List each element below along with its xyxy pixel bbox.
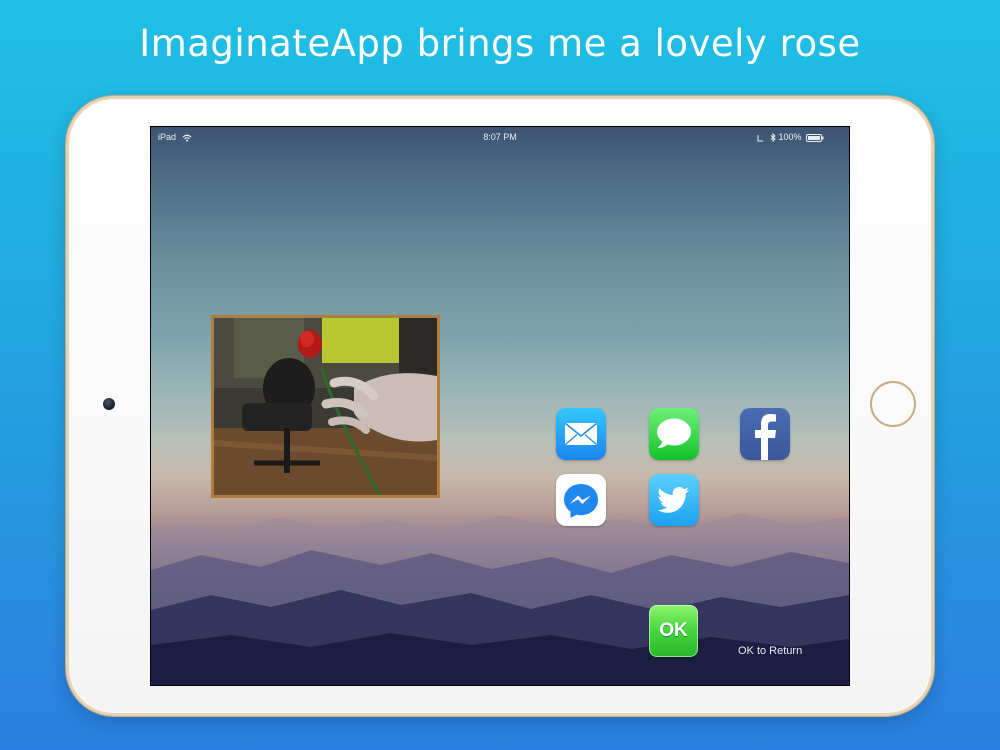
ipad-screen: iPad 8:07 PM 100% OK OK to Return: [150, 126, 850, 686]
rose-photo-frame: [211, 315, 440, 498]
battery-percent: 100%: [778, 132, 802, 142]
messenger-icon: [564, 484, 598, 518]
bluetooth-icon: [770, 133, 776, 143]
status-time: 8:07 PM: [483, 132, 517, 142]
facebook-icon: [755, 414, 776, 460]
mail-icon: [565, 422, 597, 445]
location-icon: [757, 134, 764, 142]
ok-to-return-hint: OK to Return: [738, 645, 803, 657]
messages-share-button[interactable]: [649, 408, 699, 460]
facebook-share-button[interactable]: [740, 408, 790, 460]
twitter-share-button[interactable]: [649, 474, 699, 526]
status-bar: iPad 8:07 PM 100%: [151, 127, 849, 147]
promo-headline: ImaginateApp brings me a lovely rose: [139, 22, 861, 65]
rose-photo: [214, 318, 437, 495]
front-camera: [103, 398, 115, 410]
ok-button[interactable]: OK: [649, 605, 698, 657]
status-right: 100%: [757, 132, 824, 143]
home-button[interactable]: [870, 381, 916, 427]
twitter-icon: [657, 487, 689, 513]
battery-icon: [806, 133, 824, 142]
messenger-share-button[interactable]: [556, 474, 606, 526]
messages-icon: [657, 418, 691, 448]
mail-share-button[interactable]: [556, 408, 606, 460]
